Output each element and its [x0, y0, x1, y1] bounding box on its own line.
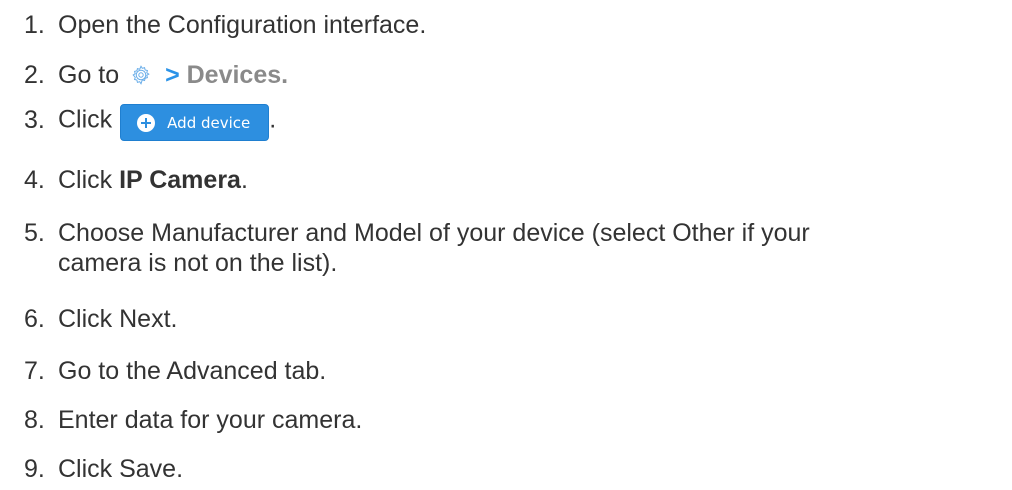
step-suffix: . [269, 105, 277, 134]
step-text: Click Next. [58, 305, 178, 333]
step-text: Click [58, 166, 120, 194]
step-1: 1. Open the Configuration interface. [24, 10, 426, 40]
step-text: Click Save. [58, 455, 184, 483]
step-number: 7. [24, 357, 45, 385]
step-suffix: . [240, 166, 248, 194]
step-number: 4. [24, 166, 45, 194]
nav-path: > Devices. [165, 61, 288, 89]
step-number: 1. [24, 11, 45, 39]
plus-icon [137, 113, 156, 132]
step-2: 2. Go to > Devices. [24, 60, 288, 90]
step-number: 3. [24, 105, 45, 134]
step-4: 4. Click IP Camera. [24, 165, 248, 195]
step-text: Open the Configuration interface. [58, 11, 427, 39]
nav-separator: > [165, 61, 180, 89]
step-6: 6. Click Next. [24, 304, 177, 334]
instruction-list: 1. Open the Configuration interface. 2. Go… [0, 0, 1012, 490]
step-number: 5. [24, 219, 45, 247]
step-3: 3. Click Add device. [24, 104, 276, 141]
add-device-button[interactable]: Add device [120, 104, 270, 141]
step-number: 2. [24, 61, 45, 89]
step-text: Click [58, 105, 113, 134]
step-emphasis: IP Camera [119, 166, 241, 194]
step-7: 7. Go to the Advanced tab. [24, 356, 326, 386]
step-number: 6. [24, 305, 45, 333]
step-text: Go to [58, 61, 120, 89]
step-9: 9. Click Save. [24, 454, 183, 484]
step-number: 9. [24, 455, 45, 483]
step-text-line-2: camera is not on the list). [58, 249, 338, 277]
step-text-block: Choose Manufacturer and Model of your de… [58, 218, 1008, 278]
gear-icon [132, 65, 150, 85]
add-device-label: Add device [167, 113, 251, 132]
step-text: Go to the Advanced tab. [58, 357, 327, 385]
step-8: 8. Enter data for your camera. [24, 405, 362, 435]
step-text-line-1: Choose Manufacturer and Model of your de… [58, 219, 810, 247]
nav-target: Devices. [186, 61, 289, 89]
step-5: 5. Choose Manufacturer and Model of your … [24, 218, 1008, 278]
step-number: 8. [24, 406, 45, 434]
step-text: Enter data for your camera. [58, 406, 363, 434]
